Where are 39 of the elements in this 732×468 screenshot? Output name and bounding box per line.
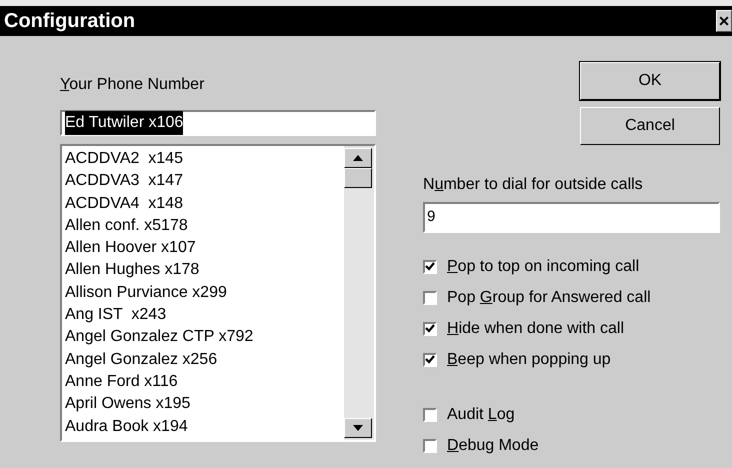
- checkbox-label: Pop Group for Answered call: [447, 288, 651, 308]
- list-item[interactable]: April Owens x195: [65, 393, 341, 416]
- window-title: Configuration: [4, 9, 136, 34]
- phone-number-label: Your Phone Number: [60, 75, 206, 95]
- up-arrow-icon: [353, 155, 363, 161]
- list-item[interactable]: ACDDVA4 x148: [65, 192, 341, 215]
- ok-button[interactable]: OK: [580, 62, 720, 100]
- checkbox[interactable]: [423, 352, 437, 366]
- checkbox[interactable]: [423, 322, 437, 336]
- list-item[interactable]: Angel Gonzalez x256: [65, 348, 341, 371]
- list-item[interactable]: ACDDVA3 x147: [65, 170, 341, 193]
- list-item[interactable]: Ang IST x243: [65, 304, 341, 326]
- list-item[interactable]: Angel Gonzalez CTP x792: [65, 326, 341, 349]
- checkbox[interactable]: [423, 408, 437, 422]
- list-item[interactable]: Allison Purviance x299: [65, 282, 341, 304]
- outside-calls-label: Number to dial for outside calls: [423, 175, 644, 195]
- checkbox-label: Debug Mode: [447, 436, 539, 456]
- list-item[interactable]: ACDDVA2 x145: [65, 148, 341, 170]
- list-item[interactable]: Anne Ford x116: [65, 370, 341, 394]
- checkbox-label: Hide when done with call: [447, 318, 624, 338]
- phone-number-field[interactable]: Ed Tutwiler x106: [60, 110, 376, 136]
- list-item[interactable]: Allen Hughes x178: [65, 259, 341, 282]
- checkbox[interactable]: [423, 290, 437, 304]
- checkbox-label: Pop to top on incoming call: [447, 256, 640, 276]
- checkbox-label: Audit Log: [447, 404, 515, 424]
- list-item[interactable]: Allen Hoover x107: [65, 237, 341, 260]
- close-button[interactable]: ×: [716, 10, 732, 32]
- scrollbar[interactable]: [344, 146, 374, 440]
- scroll-up-button[interactable]: [344, 148, 372, 168]
- list-item[interactable]: Allen conf. x5178: [65, 214, 341, 238]
- checkbox[interactable]: [423, 260, 437, 274]
- list-item[interactable]: Audra Book x194: [65, 416, 341, 438]
- checkbox-label: Beep when popping up: [447, 350, 611, 370]
- scroll-down-button[interactable]: [344, 418, 372, 438]
- scroll-thumb[interactable]: [344, 168, 372, 188]
- outside-number-field[interactable]: 9: [423, 202, 720, 233]
- cancel-button[interactable]: Cancel: [580, 107, 720, 145]
- down-arrow-icon: [353, 425, 363, 431]
- checkbox[interactable]: [423, 438, 437, 452]
